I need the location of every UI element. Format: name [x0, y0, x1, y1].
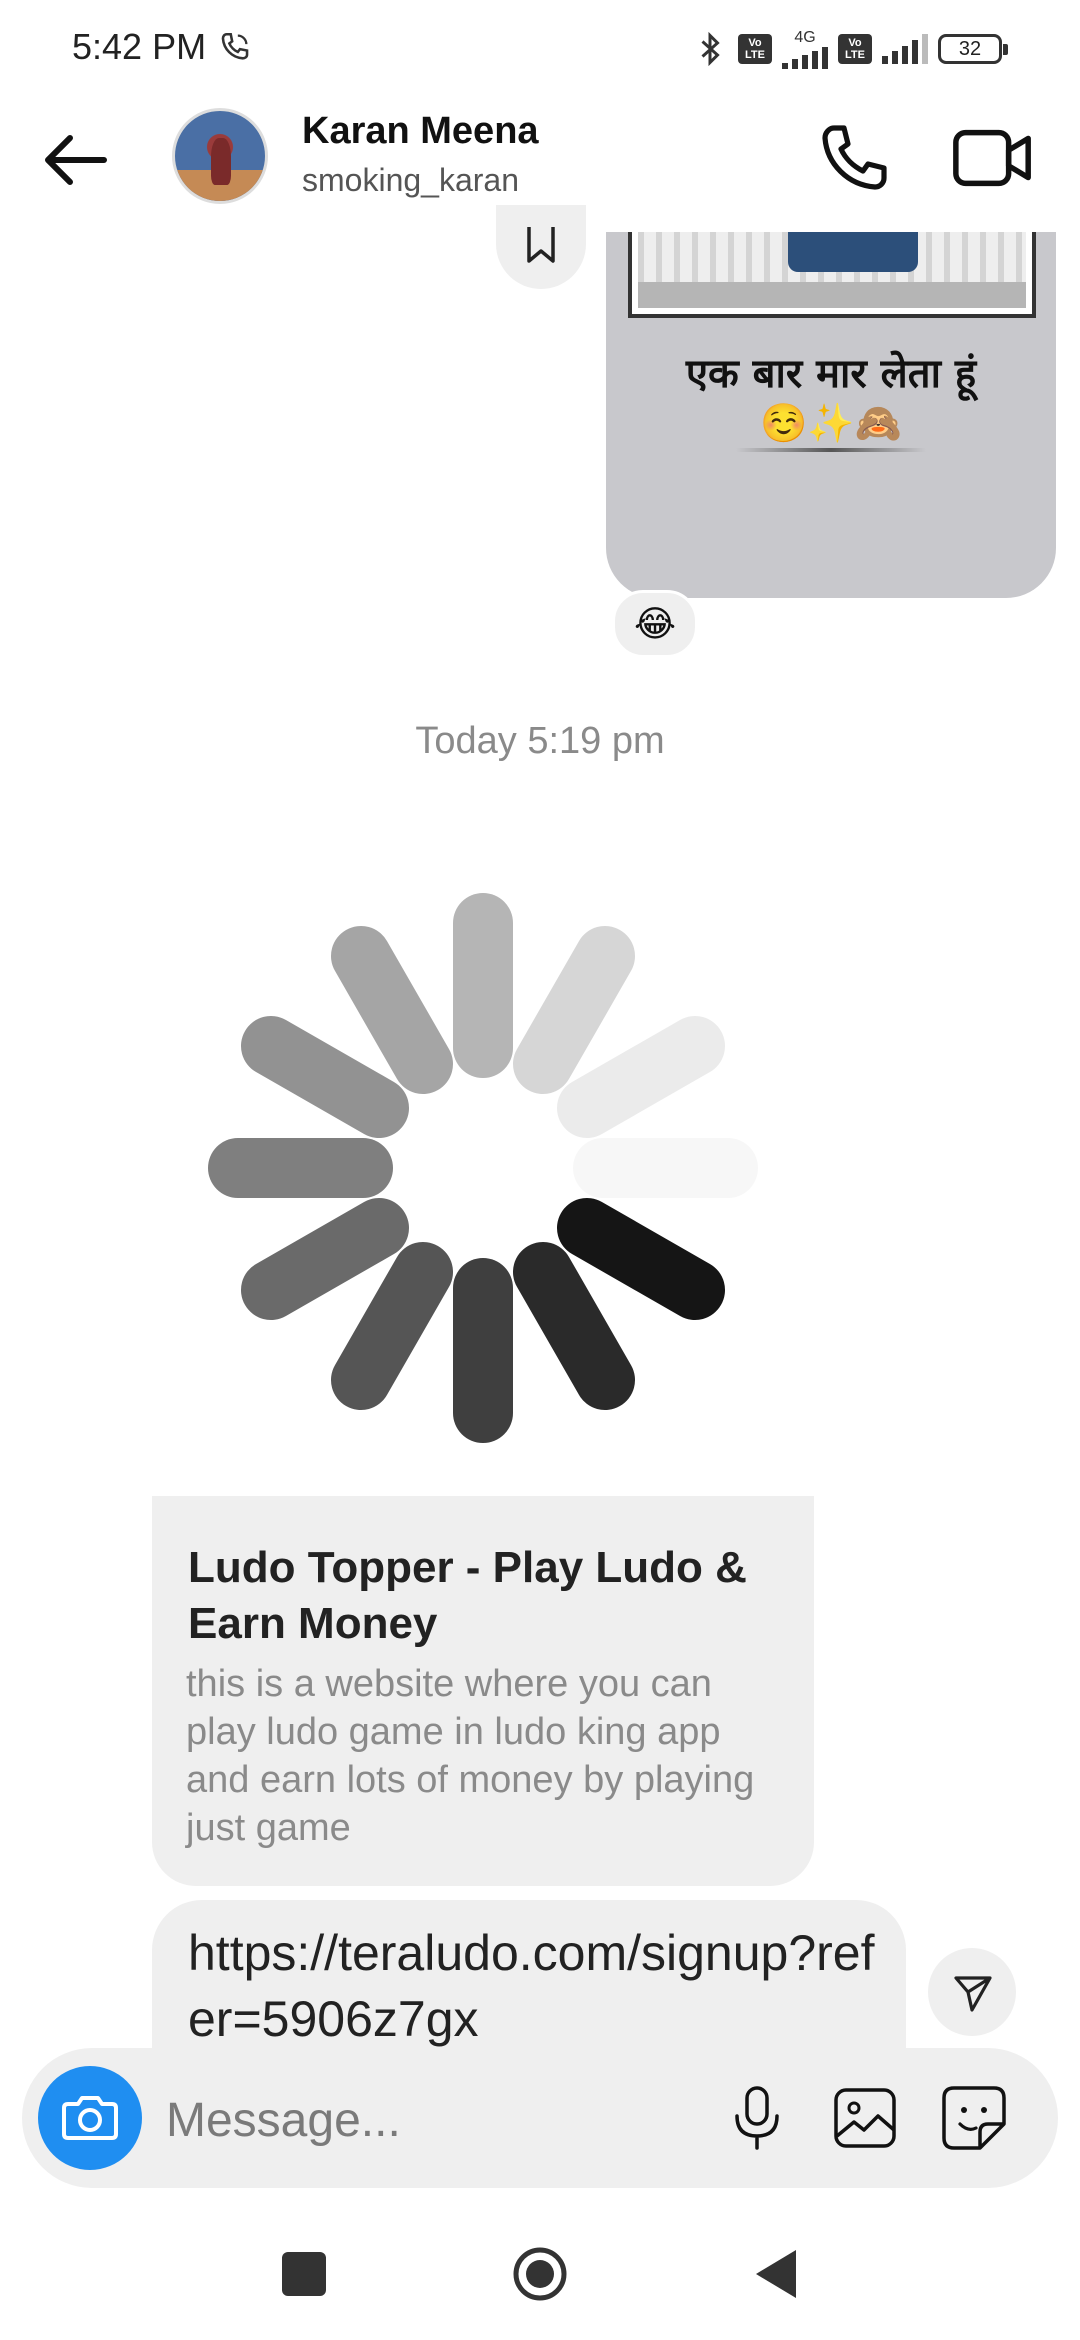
post-emoji-text: ☺️✨🙈: [760, 403, 902, 445]
system-back-button[interactable]: [752, 2246, 800, 2302]
recent-apps-button[interactable]: [282, 2252, 326, 2296]
network-type: 4G: [794, 29, 816, 46]
post-image: [632, 232, 1032, 314]
contact-name[interactable]: Karan Meena: [302, 110, 539, 153]
link-url[interactable]: https://teraludo.com/signup?refer=5906z7…: [188, 1920, 888, 2052]
signal-icon-2: [882, 34, 928, 64]
bookmark-icon: [527, 227, 555, 263]
share-message-button[interactable]: [928, 1948, 1016, 2036]
phone-call-icon[interactable]: [814, 118, 894, 198]
post-caption: एक बार मार लेता हूं: [685, 351, 977, 397]
signal-icon: [782, 47, 828, 69]
bluetooth-icon: [701, 31, 720, 67]
battery-icon: 32: [938, 34, 1008, 64]
gallery-icon[interactable]: [828, 2080, 902, 2156]
shared-post-card[interactable]: एक बार मार लेता हूं ☺️✨🙈: [606, 232, 1056, 598]
post-emojis: ☺️✨🙈: [606, 402, 1056, 452]
contact-avatar[interactable]: [172, 108, 268, 204]
video-call-icon[interactable]: [950, 118, 1036, 198]
volte-badge: Vo LTE: [738, 34, 772, 64]
back-arrow-icon[interactable]: [36, 120, 116, 200]
status-time: 5:42 PM: [72, 26, 207, 67]
link-message-bubble[interactable]: https://teraludo.com/signup?refer=5906z7…: [152, 1900, 906, 2060]
send-icon: [954, 1976, 992, 2012]
chat-timestamp: Today 5:19 pm: [415, 720, 665, 762]
link-preview-card[interactable]: Ludo Topper - Play Ludo & Earn Money thi…: [152, 840, 814, 1886]
save-post-button[interactable]: [496, 205, 586, 289]
message-reaction[interactable]: 😂: [612, 590, 698, 658]
camera-button[interactable]: [38, 2066, 142, 2170]
sticker-icon[interactable]: [936, 2080, 1012, 2156]
message-input[interactable]: [166, 2084, 686, 2156]
loading-spinner-icon: [152, 840, 814, 1496]
microphone-icon[interactable]: [722, 2080, 792, 2156]
link-preview-description: this is a website where you can play lud…: [186, 1663, 755, 1849]
home-button[interactable]: [510, 2244, 570, 2304]
link-preview-title: Ludo Topper - Play Ludo & Earn Money: [188, 1543, 747, 1648]
camera-icon: [62, 2096, 118, 2140]
status-icons: Vo LTE 4G Vo LTE 32: [692, 28, 1008, 70]
volte-badge-2: Vo LTE: [838, 34, 872, 64]
contact-username[interactable]: smoking_karan: [302, 162, 519, 199]
ongoing-call-icon: [221, 32, 249, 60]
